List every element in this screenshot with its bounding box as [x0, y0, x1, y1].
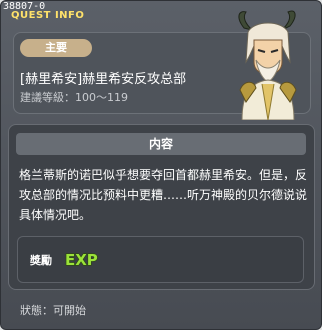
quest-status: 狀態：可開始 [20, 304, 86, 317]
recommended-level: 建議等級：100～119 [20, 91, 128, 104]
exp-icon: EXP [64, 250, 98, 269]
reward-label: 獎勵 [30, 254, 52, 267]
reward-panel [17, 236, 304, 283]
npc-portrait-icon [238, 10, 297, 120]
quest-type-tag: 主要 [20, 39, 92, 57]
window-title: QUEST INFO [11, 10, 85, 21]
quest-description: 格兰蒂斯的诺巴似乎想要夺回首都赫里希安。但是，反攻总部的情况比预料中更糟……听万… [19, 168, 308, 222]
content-header: 内容 [16, 133, 306, 155]
exp-label: EXP [65, 251, 98, 269]
quest-title: [赫里希安]赫里希安反攻总部 [20, 72, 187, 87]
